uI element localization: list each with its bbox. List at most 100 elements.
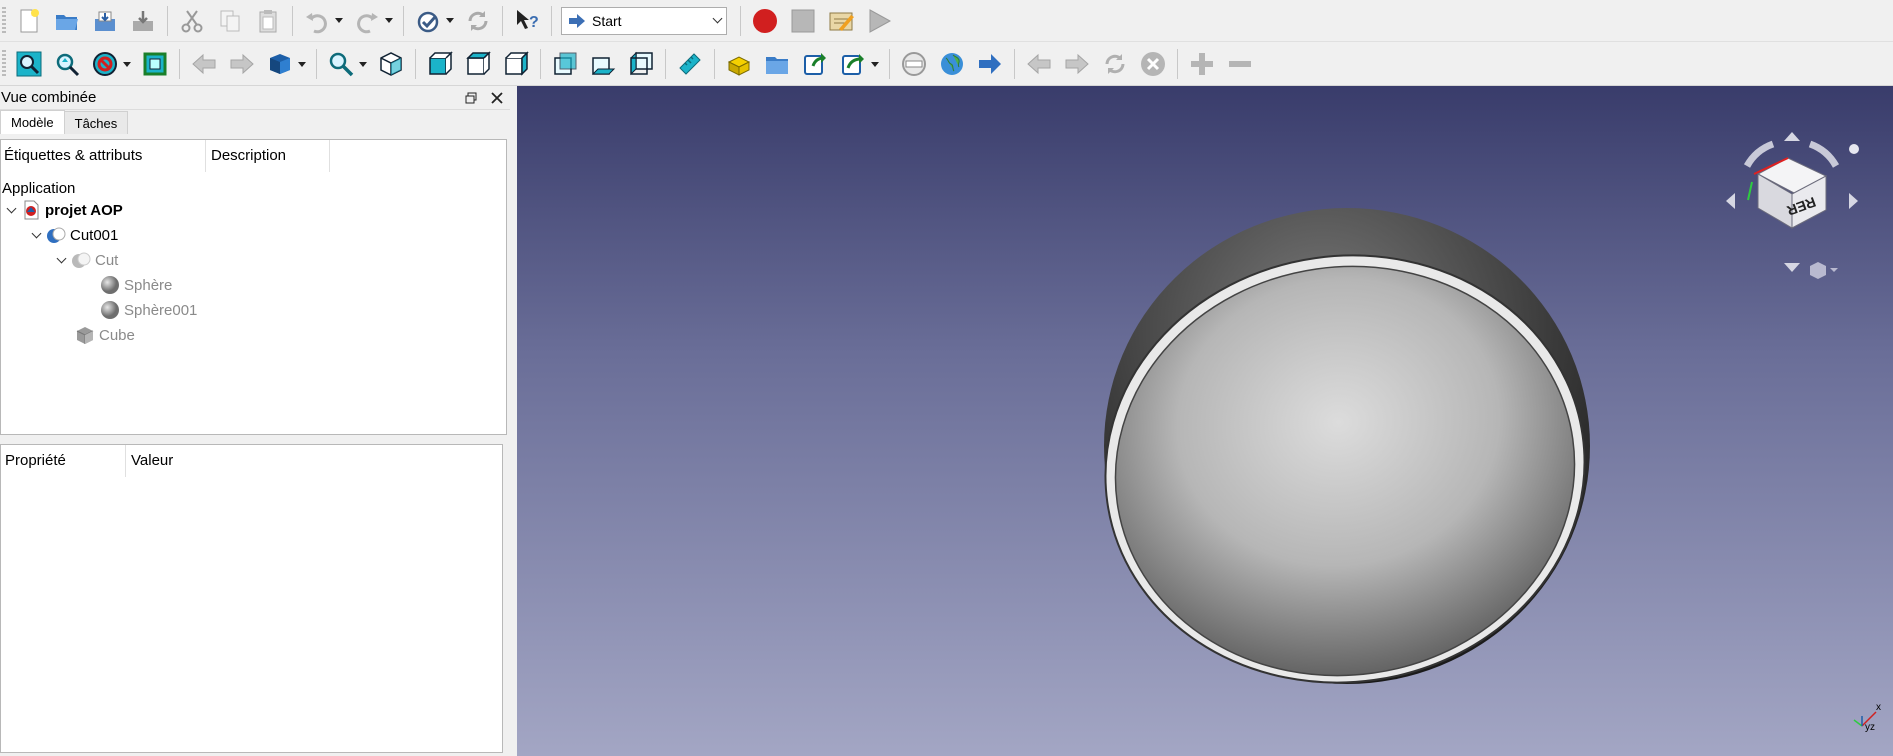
toolbar-grip[interactable] [2, 6, 6, 35]
back-icon [192, 53, 216, 75]
measure-button[interactable] [673, 47, 707, 81]
std-views-button[interactable] [263, 47, 297, 81]
link-actions-button[interactable] [836, 47, 870, 81]
macro-run-button[interactable] [862, 4, 896, 38]
tree-column-labels[interactable]: Étiquettes & attributs [1, 139, 206, 172]
macro-record-button[interactable] [748, 4, 782, 38]
whats-this-button[interactable]: ? [510, 4, 544, 38]
navigation-cube[interactable]: RER [1726, 132, 1859, 279]
tree-item-label: Sphère001 [124, 301, 198, 319]
redo-button[interactable] [350, 4, 384, 38]
cut-button[interactable] [175, 4, 209, 38]
zoom-out-button[interactable] [1223, 47, 1257, 81]
tree-item-cut[interactable]: Cut [53, 248, 118, 272]
web-browser-button[interactable] [935, 47, 969, 81]
bottom-view-button[interactable] [586, 47, 620, 81]
recompute-check-icon [417, 11, 439, 32]
rear-view-button[interactable] [548, 47, 582, 81]
link-actions-dropdown[interactable] [869, 47, 881, 81]
close-icon [491, 91, 503, 104]
bounding-box-icon [143, 52, 167, 76]
undo-button[interactable] [300, 4, 334, 38]
new-document-icon [20, 8, 39, 32]
open-folder-icon [56, 14, 78, 30]
tree-item-projet-aop[interactable]: projet AOP [3, 198, 123, 222]
combo-view-title: Vue combinée [1, 89, 97, 106]
tree-header: Étiquettes & attributs Description [1, 139, 506, 172]
web-forward-button[interactable] [1060, 47, 1094, 81]
property-column-name[interactable]: Propriété [1, 444, 126, 477]
float-panel-button[interactable] [458, 87, 484, 109]
redo-dropdown[interactable] [383, 4, 395, 38]
combo-view-tabs: Modèle Tâches [0, 110, 510, 134]
copy-button[interactable] [213, 4, 247, 38]
tab-tasks[interactable]: Tâches [63, 111, 129, 134]
tree-item-label: Cube [99, 326, 135, 344]
arrow-down-icon [1784, 263, 1800, 272]
create-part-button[interactable] [722, 47, 756, 81]
expand-chevron-icon[interactable] [53, 252, 69, 268]
main-toolbar: ? Start [0, 0, 1893, 42]
tree-item-label: Cut [95, 251, 119, 269]
web-refresh-button[interactable] [1098, 47, 1132, 81]
3d-scene[interactable]: RER x yz [517, 86, 1893, 756]
bounding-box-button[interactable] [138, 47, 172, 81]
std-views-dropdown[interactable] [296, 47, 308, 81]
fit-all-icon [16, 51, 42, 77]
tree-column-description[interactable]: Description [206, 139, 330, 172]
zoom-in-button[interactable] [1185, 47, 1219, 81]
save-as-button[interactable] [126, 4, 160, 38]
3d-view[interactable]: RER x yz [517, 86, 1893, 756]
web-home-button[interactable] [897, 47, 931, 81]
expand-chevron-icon[interactable] [28, 227, 44, 243]
new-document-button[interactable] [12, 4, 46, 38]
draw-style-button[interactable] [88, 47, 122, 81]
rotate-right-arrow-icon [1808, 140, 1840, 168]
zoom-dropdown[interactable] [357, 47, 369, 81]
right-view-button[interactable] [499, 47, 533, 81]
link-icon [804, 53, 826, 75]
macro-edit-button[interactable] [824, 4, 858, 38]
refresh-recompute-button[interactable] [411, 4, 445, 38]
top-view-button[interactable] [461, 47, 495, 81]
recompute-dropdown[interactable] [444, 4, 456, 38]
isometric-view-button[interactable] [374, 47, 408, 81]
back-button[interactable] [187, 47, 221, 81]
web-back-button[interactable] [1022, 47, 1056, 81]
axis-yz-label: yz [1865, 722, 1875, 733]
toolbar-separator [502, 5, 503, 36]
toolbar-grip[interactable] [2, 50, 6, 78]
make-link-button[interactable] [798, 47, 832, 81]
draw-style-dropdown[interactable] [121, 47, 133, 81]
web-refresh-icon [1105, 54, 1125, 74]
web-stop-button[interactable] [1136, 47, 1170, 81]
workbench-selector[interactable]: Start [561, 6, 727, 35]
toolbar-separator [551, 5, 552, 36]
undo-dropdown[interactable] [333, 4, 345, 38]
expand-chevron-icon[interactable] [3, 202, 19, 218]
tree-item-cube[interactable]: Cube [73, 323, 135, 347]
tree-item-label: Cut001 [70, 226, 119, 244]
macro-stop-button[interactable] [786, 4, 820, 38]
property-column-value[interactable]: Valeur [126, 445, 246, 477]
paste-button[interactable] [251, 4, 285, 38]
fit-selection-button[interactable] [50, 47, 84, 81]
create-group-button[interactable] [760, 47, 794, 81]
web-go-button[interactable] [973, 47, 1007, 81]
panel-splitter[interactable] [510, 86, 516, 756]
tree-item-sphere001[interactable]: Sphère001 [98, 298, 197, 322]
fit-all-button[interactable] [12, 47, 46, 81]
paste-icon [259, 9, 277, 32]
forward-button[interactable] [225, 47, 259, 81]
zoom-icon [329, 52, 354, 77]
refresh-button[interactable] [461, 4, 495, 38]
left-view-button[interactable] [624, 47, 658, 81]
tab-model[interactable]: Modèle [0, 110, 65, 134]
tree-item-cut001[interactable]: Cut001 [28, 223, 118, 247]
zoom-button[interactable] [324, 47, 358, 81]
tree-item-sphere[interactable]: Sphère [98, 273, 172, 297]
save-button[interactable] [88, 4, 122, 38]
close-panel-button[interactable] [484, 87, 510, 109]
front-view-button[interactable] [423, 47, 457, 81]
open-button[interactable] [50, 4, 84, 38]
